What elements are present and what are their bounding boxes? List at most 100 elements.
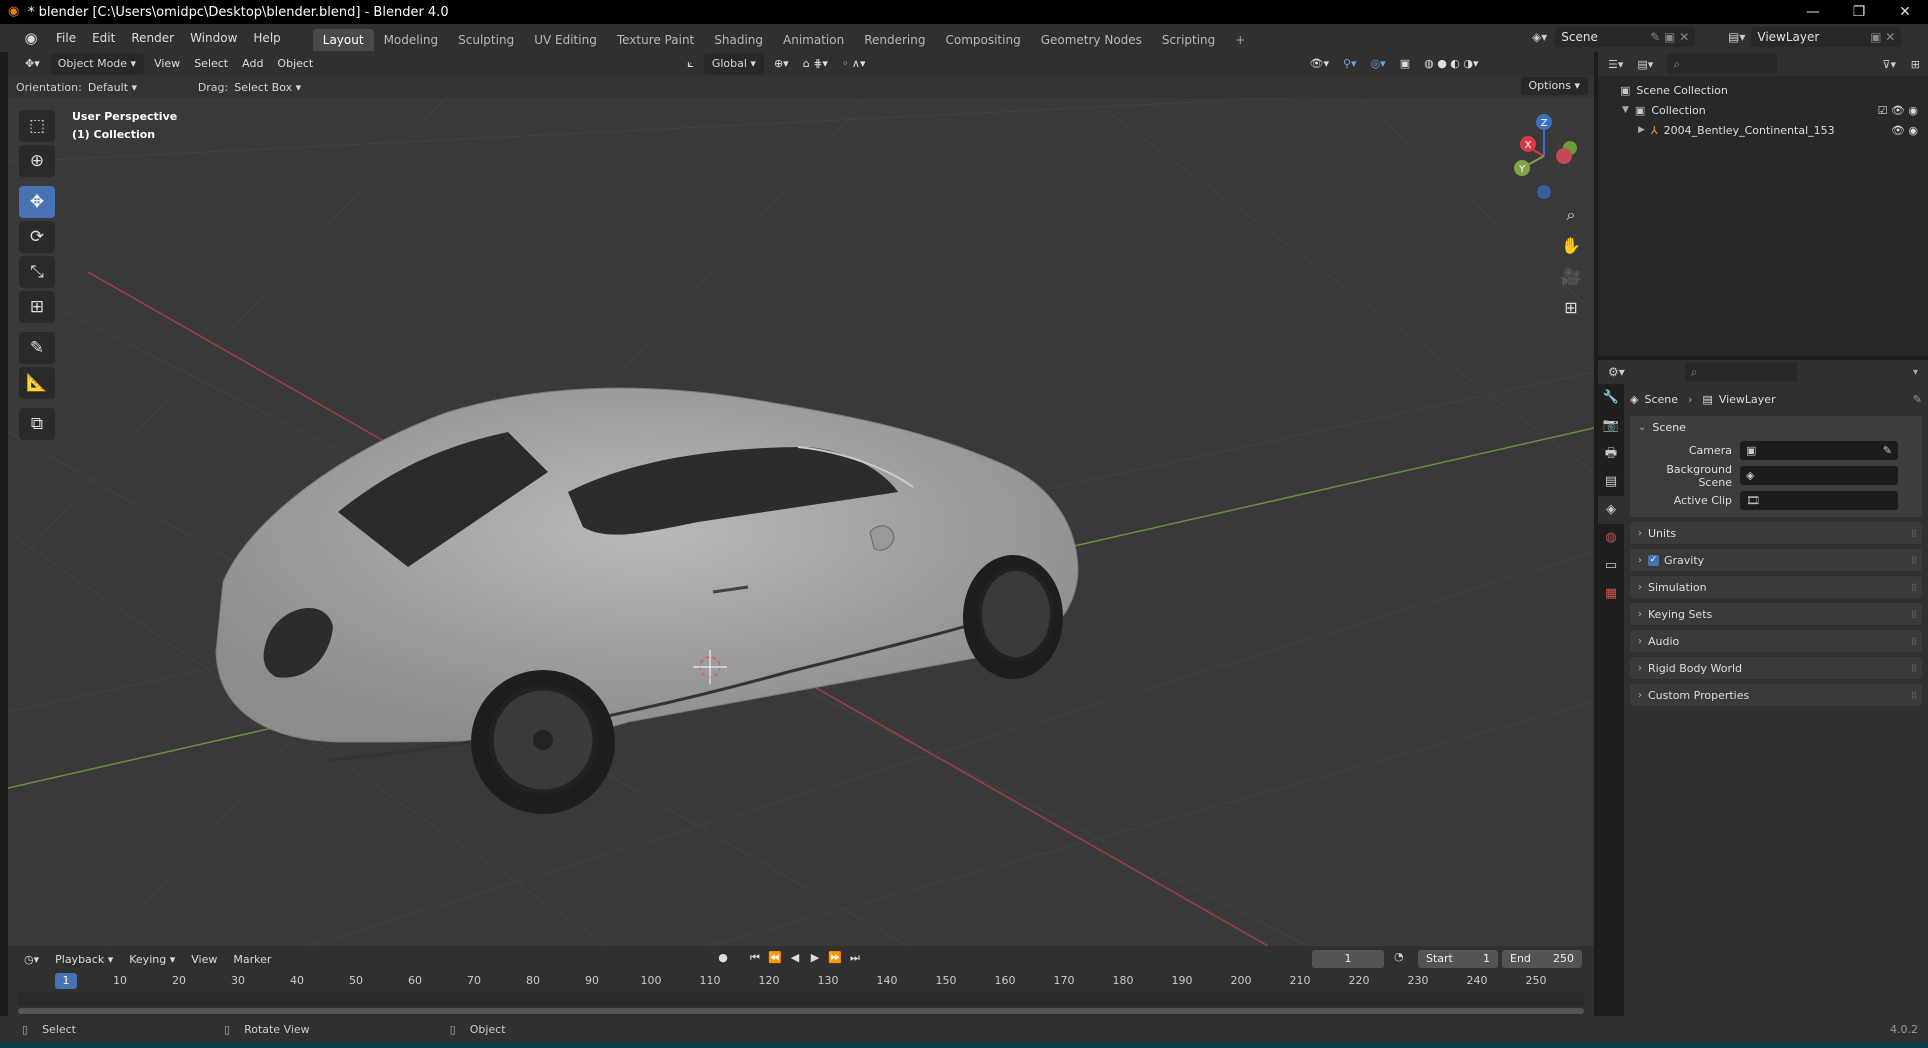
shading-modes-icon[interactable]: ◍ ● ◐ ◑▾ xyxy=(1417,54,1485,74)
new-collection-icon[interactable]: ⊞ xyxy=(1911,58,1920,71)
tool-tab-icon[interactable]: 🔧 xyxy=(1598,384,1624,412)
measure-icon[interactable]: 📐 xyxy=(19,367,55,399)
drag-handle-icon[interactable]: ⁞⁞ xyxy=(1911,662,1917,675)
close-icon[interactable]: ✕ xyxy=(1882,0,1928,24)
expand-object-icon[interactable]: ▶ xyxy=(1638,125,1645,135)
record-icon[interactable]: ● xyxy=(714,949,732,967)
pivot-point-icon[interactable]: ⊕▾ xyxy=(767,54,796,74)
outliner-row-collection[interactable]: ▼ ▣ Collection ☑ 👁 ◉ xyxy=(1598,100,1928,120)
tab-animation[interactable]: Animation xyxy=(773,29,854,51)
properties-options-icon[interactable]: ▾ xyxy=(1913,367,1918,378)
drag-handle-icon[interactable]: ⁞⁞ xyxy=(1911,554,1917,567)
keying-menu[interactable]: Keying ▾ xyxy=(121,953,183,966)
menu-edit[interactable]: Edit xyxy=(84,24,123,52)
gizmo-toggle-icon[interactable]: ⚲▾ xyxy=(1336,54,1364,74)
scene-tab-icon[interactable]: ◈ xyxy=(1598,496,1624,524)
tab-uv-editing[interactable]: UV Editing xyxy=(524,29,607,51)
pin-properties-icon[interactable]: ✎ xyxy=(1913,393,1922,406)
tab-texture-paint[interactable]: Texture Paint xyxy=(607,29,704,51)
scene-selector[interactable]: ◈▾ Scene ✎ ▣ ✕ xyxy=(1532,26,1722,48)
tab-sculpting[interactable]: Sculpting xyxy=(448,29,524,51)
pan-hand-icon[interactable]: ✋ xyxy=(1558,233,1584,259)
menu-window[interactable]: Window xyxy=(182,24,245,52)
gravity-checkbox[interactable]: ✓ xyxy=(1648,554,1659,566)
timeline-editor-type-icon[interactable]: ◷▾ xyxy=(16,953,47,966)
add-menu[interactable]: Add xyxy=(235,54,270,74)
output-tab-icon[interactable]: 🖶 xyxy=(1598,440,1624,468)
viewlayer-selector[interactable]: ▤▾ ViewLayer ▣ ✕ xyxy=(1728,26,1924,48)
blender-menu-icon[interactable]: ◉ xyxy=(20,27,42,49)
transform-orientation-icon[interactable]: ⟀ xyxy=(680,54,701,74)
orientation-dropdown[interactable]: Default ▾ xyxy=(88,81,184,94)
active-clip-field[interactable]: 🎞 xyxy=(1740,491,1898,510)
tab-rendering[interactable]: Rendering xyxy=(854,29,935,51)
drag-dropdown[interactable]: Select Box ▾ xyxy=(234,81,301,94)
scene-panel-header[interactable]: ⌄ Scene xyxy=(1630,416,1922,438)
object-toggles[interactable]: 👁 ◉ xyxy=(1891,124,1918,137)
expand-collection-icon[interactable]: ▼ xyxy=(1622,105,1629,115)
timeline-scrollbar[interactable] xyxy=(18,1008,1584,1014)
jump-end-icon[interactable]: ⏭ xyxy=(846,949,864,967)
drag-handle-icon[interactable]: ⁞⁞ xyxy=(1911,635,1917,648)
tab-scripting[interactable]: Scripting xyxy=(1152,29,1225,51)
tab-compositing[interactable]: Compositing xyxy=(935,29,1030,51)
keying-sets-panel[interactable]: › Keying Sets ⁞⁞ xyxy=(1630,603,1922,625)
minimize-icon[interactable]: — xyxy=(1790,0,1836,24)
object-menu[interactable]: Object xyxy=(270,54,320,74)
tab-shading[interactable]: Shading xyxy=(704,29,773,51)
restore-icon[interactable]: ❐ xyxy=(1836,0,1882,24)
zoom-icon[interactable]: ⌕ xyxy=(1558,202,1584,228)
gravity-panel[interactable]: › ✓ Gravity ⁞⁞ xyxy=(1630,549,1922,571)
timeline-view-menu[interactable]: View xyxy=(183,953,225,966)
drag-handle-icon[interactable]: ⁞⁞ xyxy=(1911,608,1917,621)
collection-toggles[interactable]: ☑ 👁 ◉ xyxy=(1878,104,1918,117)
camera-field[interactable]: ▣ ✎ xyxy=(1740,441,1898,460)
proportional-edit-icon[interactable]: ◦ ∧▾ xyxy=(835,54,873,74)
collection-tab-icon[interactable]: ▭ xyxy=(1598,552,1624,580)
camera-view-icon[interactable]: 🎥 xyxy=(1558,264,1584,290)
overlay-toggle-icon[interactable]: ◎▾ xyxy=(1364,54,1393,74)
editor-type-icon[interactable]: ✥▾ xyxy=(18,54,47,74)
add-workspace-button[interactable]: + xyxy=(1225,29,1255,51)
view-layer-tab-icon[interactable]: ▤ xyxy=(1598,468,1624,496)
units-panel[interactable]: › Units ⁞⁞ xyxy=(1630,522,1922,544)
display-mode-icon[interactable]: ▤▾ xyxy=(1637,58,1653,71)
simulation-panel[interactable]: › Simulation ⁞⁞ xyxy=(1630,576,1922,598)
play-icon[interactable]: ▶ xyxy=(806,949,824,967)
tab-modeling[interactable]: Modeling xyxy=(374,29,449,51)
object-mode-dropdown[interactable]: Object Mode ▾ xyxy=(49,54,145,74)
preview-range-icon[interactable]: ◔ xyxy=(1394,950,1404,963)
menu-help[interactable]: Help xyxy=(245,24,288,52)
rotate-icon[interactable]: ⟳ xyxy=(19,221,55,253)
transform-orientation-dropdown[interactable]: Global ▾ xyxy=(703,54,764,74)
play-reverse-icon[interactable]: ◀ xyxy=(786,949,804,967)
3d-viewport[interactable]: ✥▾ Object Mode ▾ View Select Add Object … xyxy=(8,52,1594,946)
end-frame-field[interactable]: End 250 xyxy=(1502,950,1582,968)
custom-properties-panel[interactable]: › Custom Properties ⁞⁞ xyxy=(1630,684,1922,706)
snap-icon[interactable]: ⌂ ⋕▾ xyxy=(796,54,835,74)
render-tab-icon[interactable]: 📷 xyxy=(1598,412,1624,440)
select-menu[interactable]: Select xyxy=(187,54,235,74)
prev-keyframe-icon[interactable]: ⏪ xyxy=(766,949,784,967)
viewlayer-actions-icon[interactable]: ▣ ✕ xyxy=(1870,30,1895,44)
add-cube-icon[interactable]: ⧉ xyxy=(19,408,55,440)
cursor-icon[interactable]: ⊕ xyxy=(19,145,55,177)
marker-menu[interactable]: Marker xyxy=(225,953,279,966)
properties-editor-type-icon[interactable]: ⚙▾ xyxy=(1608,365,1625,379)
outliner-editor-type-icon[interactable]: ☰▾ xyxy=(1608,58,1623,71)
properties-search-input[interactable]: ⌕ xyxy=(1684,362,1797,382)
ortho-grid-icon[interactable]: ⊞ xyxy=(1558,295,1584,321)
rigid-body-world-panel[interactable]: › Rigid Body World ⁞⁞ xyxy=(1630,657,1922,679)
audio-panel[interactable]: › Audio ⁞⁞ xyxy=(1630,630,1922,652)
annotate-icon[interactable]: ✎ xyxy=(19,332,55,364)
transform-icon[interactable]: ⊞ xyxy=(19,291,55,323)
outliner-row-object[interactable]: ▶ ⅄ 2004_Bentley_Continental_153 👁 ◉ xyxy=(1598,120,1928,140)
tab-geometry-nodes[interactable]: Geometry Nodes xyxy=(1031,29,1152,51)
visibility-icon[interactable]: 👁▾ xyxy=(1303,54,1337,74)
drag-handle-icon[interactable]: ⁞⁞ xyxy=(1911,689,1917,702)
xray-toggle-icon[interactable]: ▣ xyxy=(1393,54,1417,74)
playback-menu[interactable]: Playback ▾ xyxy=(47,953,121,966)
eyedropper-icon[interactable]: ✎ xyxy=(1883,444,1892,457)
move-icon[interactable]: ✥ xyxy=(19,186,55,218)
outliner-row-scene-collection[interactable]: ▣ Scene Collection xyxy=(1598,80,1928,100)
